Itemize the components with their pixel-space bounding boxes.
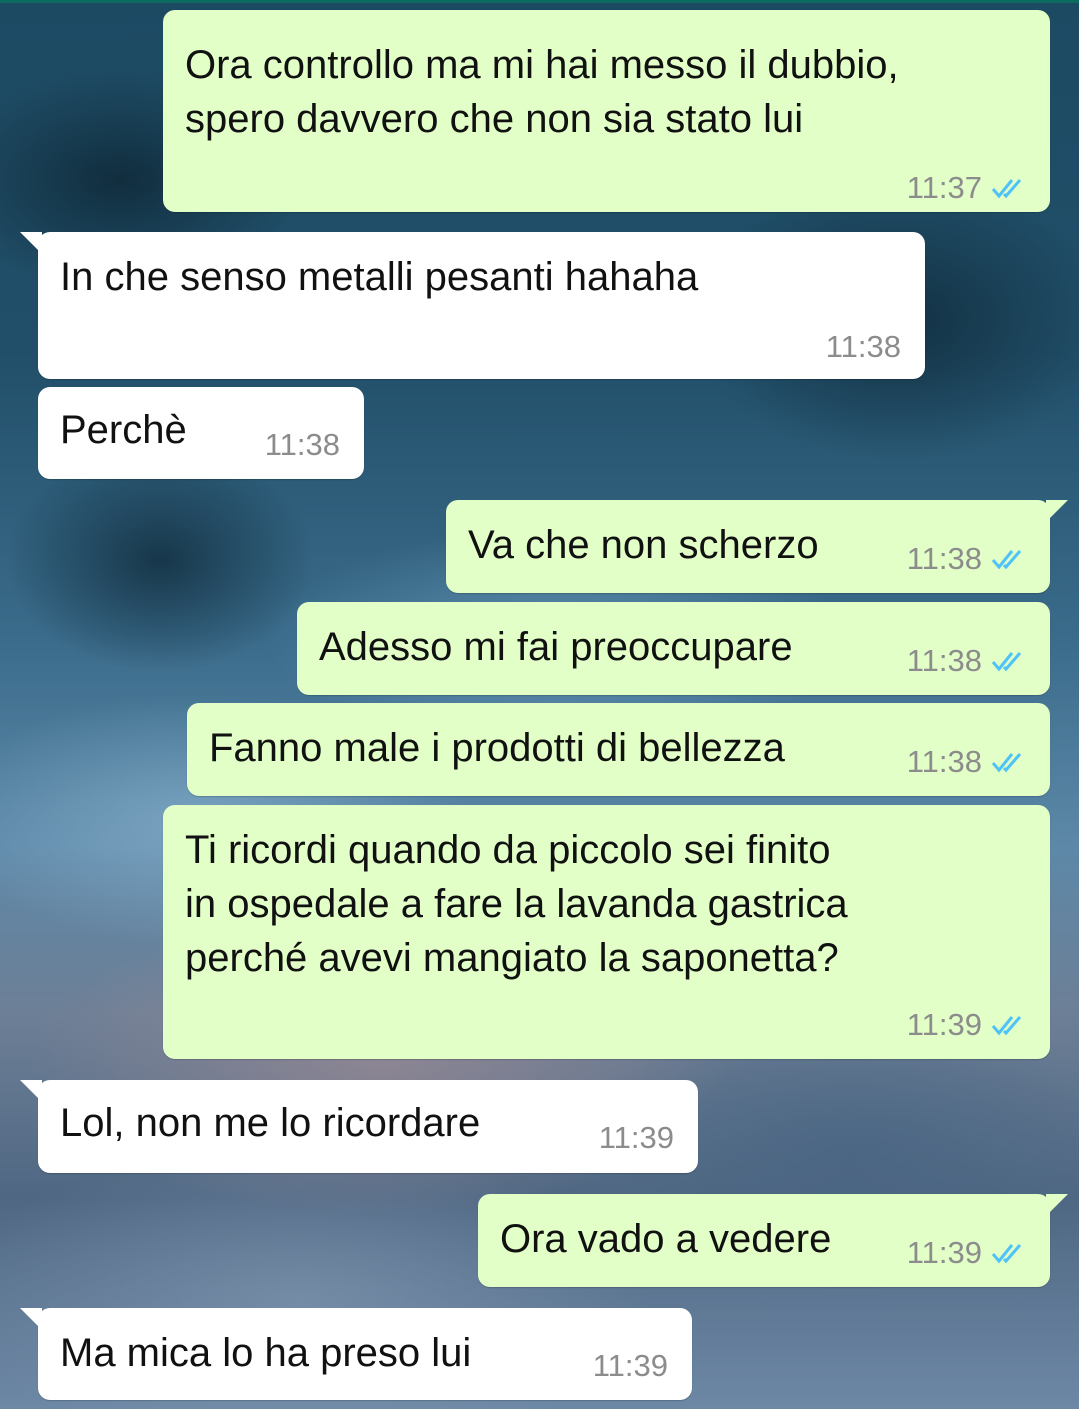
message-text: Lol, non me lo ricordare bbox=[60, 1101, 481, 1145]
message-text: In che senso metalli pesanti hahaha bbox=[60, 255, 699, 299]
message-time: 11:38 bbox=[906, 643, 982, 678]
message-meta: 11:38 bbox=[907, 541, 1028, 577]
message-time: 11:38 bbox=[264, 427, 340, 462]
read-double-check-icon bbox=[991, 550, 1022, 570]
message-meta: 11:38 bbox=[826, 329, 901, 365]
message-time: 11:39 bbox=[906, 1007, 982, 1042]
read-double-check-icon bbox=[991, 1016, 1022, 1036]
message-bubble-outgoing[interactable]: Ora vado a vedere 11:39 bbox=[478, 1194, 1068, 1287]
message-meta: 11:39 bbox=[599, 1120, 674, 1156]
read-double-check-icon bbox=[991, 652, 1022, 672]
message-bubble-incoming[interactable]: In che senso metalli pesanti hahaha 11:3… bbox=[20, 232, 925, 379]
message-time: 11:39 bbox=[592, 1348, 668, 1383]
message-text: Va che non scherzo bbox=[468, 523, 819, 567]
message-bubble-incoming[interactable]: Ma mica lo ha preso lui 11:39 bbox=[20, 1308, 692, 1400]
message-meta: 11:38 bbox=[907, 643, 1028, 679]
message-meta: 11:38 bbox=[907, 744, 1028, 780]
message-bubble-incoming[interactable]: Perchè 11:38 bbox=[38, 387, 364, 479]
message-time: 11:39 bbox=[906, 1235, 982, 1270]
message-text: Perchè bbox=[60, 408, 187, 452]
top-accent-bar bbox=[0, 0, 1079, 3]
message-time: 11:38 bbox=[906, 541, 982, 576]
message-text: Ora vado a vedere bbox=[500, 1217, 832, 1261]
message-meta: 11:39 bbox=[907, 1235, 1028, 1271]
read-double-check-icon bbox=[991, 753, 1022, 773]
message-text: Fanno male i prodotti di bellezza bbox=[209, 726, 785, 770]
message-time: 11:38 bbox=[906, 744, 982, 779]
message-bubble-outgoing[interactable]: Va che non scherzo 11:38 bbox=[446, 500, 1068, 593]
message-bubble-outgoing[interactable]: Ti ricordi quando da piccolo sei finito … bbox=[163, 805, 1050, 1059]
message-meta: 11:39 bbox=[907, 1007, 1028, 1043]
message-bubble-outgoing[interactable]: Adesso mi fai preoccupare 11:38 bbox=[297, 602, 1050, 695]
message-time: 11:39 bbox=[598, 1120, 674, 1155]
message-time: 11:37 bbox=[906, 170, 982, 205]
read-double-check-icon bbox=[991, 1244, 1022, 1264]
message-time: 11:38 bbox=[825, 329, 901, 364]
message-text: Adesso mi fai preoccupare bbox=[319, 625, 793, 669]
message-text: Ma mica lo ha preso lui bbox=[60, 1331, 472, 1375]
message-meta: 11:38 bbox=[265, 427, 340, 463]
message-text: Ti ricordi quando da piccolo sei finito … bbox=[185, 828, 848, 980]
message-bubble-incoming[interactable]: Lol, non me lo ricordare 11:39 bbox=[20, 1080, 698, 1173]
message-bubble-outgoing[interactable]: Fanno male i prodotti di bellezza 11:38 bbox=[187, 703, 1050, 796]
message-meta: 11:37 bbox=[907, 170, 1028, 206]
message-meta: 11:39 bbox=[593, 1348, 668, 1384]
message-bubble-outgoing[interactable]: Ora controllo ma mi hai messo il dubbio,… bbox=[163, 10, 1050, 212]
message-text: Ora controllo ma mi hai messo il dubbio,… bbox=[185, 43, 899, 141]
read-double-check-icon bbox=[991, 179, 1022, 199]
